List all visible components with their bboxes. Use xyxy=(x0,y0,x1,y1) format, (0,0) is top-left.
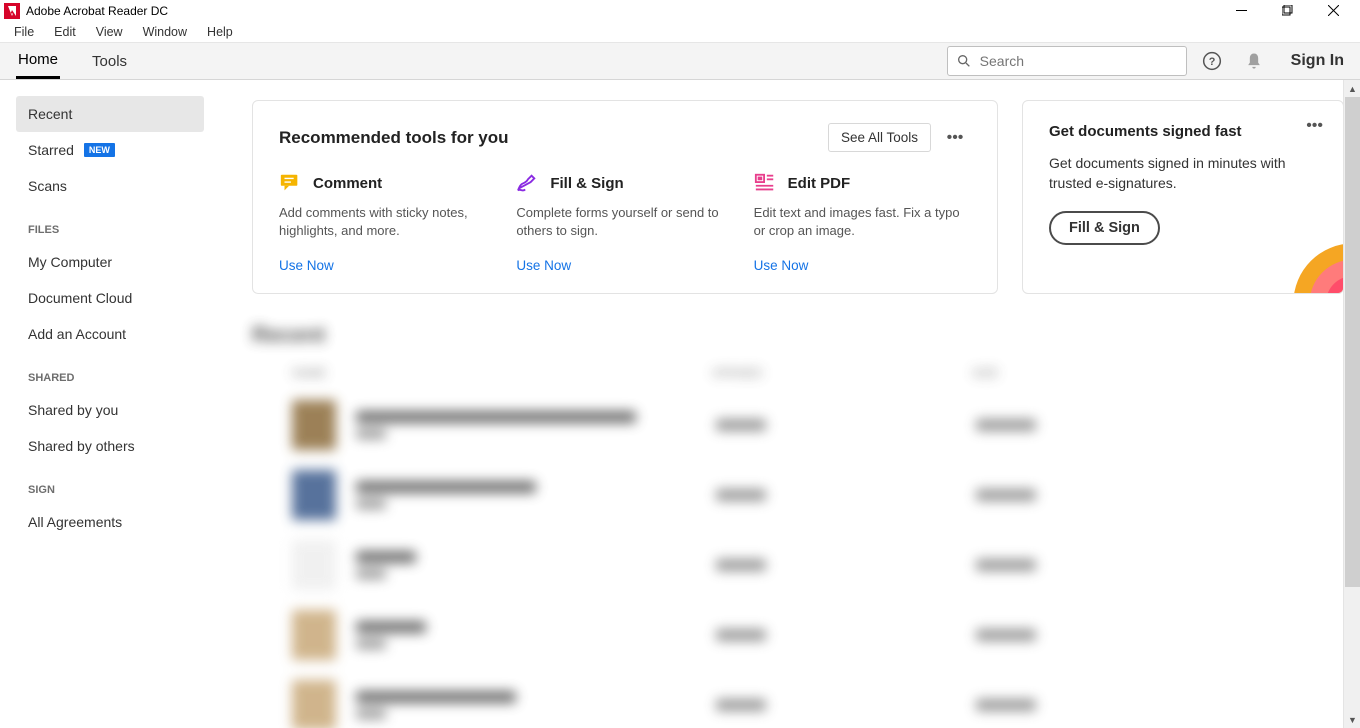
scroll-down-icon[interactable]: ▼ xyxy=(1344,711,1360,728)
recent-title: Recent xyxy=(252,322,1344,348)
promo-decoration-icon xyxy=(1288,238,1344,294)
cards-row: Recommended tools for you See All Tools … xyxy=(252,100,1344,294)
tool-comment: Comment Add comments with sticky notes, … xyxy=(279,172,496,273)
recent-list: Recent NAME OPENED SIZE xyxy=(252,322,1344,728)
sidebar-header: SHARED xyxy=(16,372,204,384)
table-row[interactable] xyxy=(252,670,1344,728)
tool-desc: Complete forms yourself or send to other… xyxy=(516,204,733,240)
title-bar: Adobe Acrobat Reader DC xyxy=(0,0,1360,22)
sidebar-section-sign: SIGN All Agreements xyxy=(16,484,204,540)
help-icon[interactable]: ? xyxy=(1195,44,1229,78)
fill-sign-button[interactable]: Fill & Sign xyxy=(1049,211,1160,245)
svg-text:?: ? xyxy=(1208,56,1215,68)
menu-edit[interactable]: Edit xyxy=(44,23,86,41)
new-badge: NEW xyxy=(84,143,115,157)
tool-desc: Add comments with sticky notes, highligh… xyxy=(279,204,496,240)
sidebar-item-add-account[interactable]: Add an Account xyxy=(16,316,204,352)
window-controls xyxy=(1218,0,1356,22)
sidebar-item-label: Starred xyxy=(28,142,74,158)
comment-icon xyxy=(279,172,301,194)
sidebar-item-starred[interactable]: Starred NEW xyxy=(16,132,204,168)
promo-title: Get documents signed fast xyxy=(1049,123,1317,140)
sidebar-item-my-computer[interactable]: My Computer xyxy=(16,244,204,280)
content-area: Recommended tools for you See All Tools … xyxy=(220,80,1360,728)
see-all-tools-button[interactable]: See All Tools xyxy=(828,123,931,152)
notifications-icon[interactable] xyxy=(1237,44,1271,78)
sidebar-item-all-agreements[interactable]: All Agreements xyxy=(16,504,204,540)
promo-desc: Get documents signed in minutes with tru… xyxy=(1049,154,1317,193)
sidebar-item-recent[interactable]: Recent xyxy=(16,96,204,132)
tab-home[interactable]: Home xyxy=(16,43,60,79)
tool-name: Comment xyxy=(313,175,382,192)
fill-sign-icon xyxy=(516,172,538,194)
search-input[interactable] xyxy=(980,53,1178,69)
edit-pdf-icon xyxy=(754,172,776,194)
menu-file[interactable]: File xyxy=(4,23,44,41)
tool-name: Fill & Sign xyxy=(550,175,623,192)
tool-row: Comment Add comments with sticky notes, … xyxy=(279,172,971,273)
col-header: OPENED xyxy=(712,366,972,380)
tool-fill-sign: Fill & Sign Complete forms yourself or s… xyxy=(516,172,733,273)
col-header: SIZE xyxy=(972,366,1092,380)
main-area: Recent Starred NEW Scans FILES My Comput… xyxy=(0,80,1360,728)
table-row[interactable] xyxy=(252,460,1344,530)
more-icon[interactable]: ••• xyxy=(1306,117,1323,135)
sidebar-header: FILES xyxy=(16,224,204,236)
close-button[interactable] xyxy=(1310,0,1356,22)
scroll-up-icon[interactable]: ▲ xyxy=(1344,80,1360,97)
sidebar-section-files: FILES My Computer Document Cloud Add an … xyxy=(16,224,204,352)
sidebar-item-scans[interactable]: Scans xyxy=(16,168,204,204)
sidebar-item-label: Scans xyxy=(28,178,67,194)
sidebar-header: SIGN xyxy=(16,484,204,496)
tab-tools[interactable]: Tools xyxy=(90,43,129,79)
table-row[interactable] xyxy=(252,600,1344,670)
sign-in-button[interactable]: Sign In xyxy=(1291,52,1344,70)
more-icon[interactable]: ••• xyxy=(939,124,971,152)
menu-view[interactable]: View xyxy=(86,23,133,41)
recommended-tools-card: Recommended tools for you See All Tools … xyxy=(252,100,998,294)
scrollbar[interactable]: ▲ ▼ xyxy=(1343,80,1360,728)
search-icon xyxy=(956,53,972,69)
app-icon xyxy=(4,3,20,19)
tool-name: Edit PDF xyxy=(788,175,851,192)
menu-window[interactable]: Window xyxy=(133,23,197,41)
toolbar: Home Tools ? Sign In xyxy=(0,43,1360,80)
table-row[interactable] xyxy=(252,390,1344,460)
main-tabs: Home Tools xyxy=(16,43,159,79)
col-header: NAME xyxy=(292,366,712,380)
tool-desc: Edit text and images fast. Fix a typo or… xyxy=(754,204,971,240)
maximize-button[interactable] xyxy=(1264,0,1310,22)
sidebar-item-label: Recent xyxy=(28,106,72,122)
menu-bar: File Edit View Window Help xyxy=(0,22,1360,43)
tool-edit-pdf: Edit PDF Edit text and images fast. Fix … xyxy=(754,172,971,273)
use-now-link[interactable]: Use Now xyxy=(279,258,496,273)
menu-help[interactable]: Help xyxy=(197,23,243,41)
scroll-thumb[interactable] xyxy=(1345,97,1360,587)
sidebar: Recent Starred NEW Scans FILES My Comput… xyxy=(0,80,220,728)
card-title: Recommended tools for you xyxy=(279,128,509,148)
sidebar-section-shared: SHARED Shared by you Shared by others xyxy=(16,372,204,464)
sidebar-item-shared-by-you[interactable]: Shared by you xyxy=(16,392,204,428)
minimize-button[interactable] xyxy=(1218,0,1264,22)
use-now-link[interactable]: Use Now xyxy=(516,258,733,273)
sidebar-item-shared-by-others[interactable]: Shared by others xyxy=(16,428,204,464)
sidebar-item-document-cloud[interactable]: Document Cloud xyxy=(16,280,204,316)
table-row[interactable] xyxy=(252,530,1344,600)
promo-card: ••• Get documents signed fast Get docume… xyxy=(1022,100,1344,294)
window-title: Adobe Acrobat Reader DC xyxy=(26,4,168,18)
search-box[interactable] xyxy=(947,46,1187,76)
use-now-link[interactable]: Use Now xyxy=(754,258,971,273)
